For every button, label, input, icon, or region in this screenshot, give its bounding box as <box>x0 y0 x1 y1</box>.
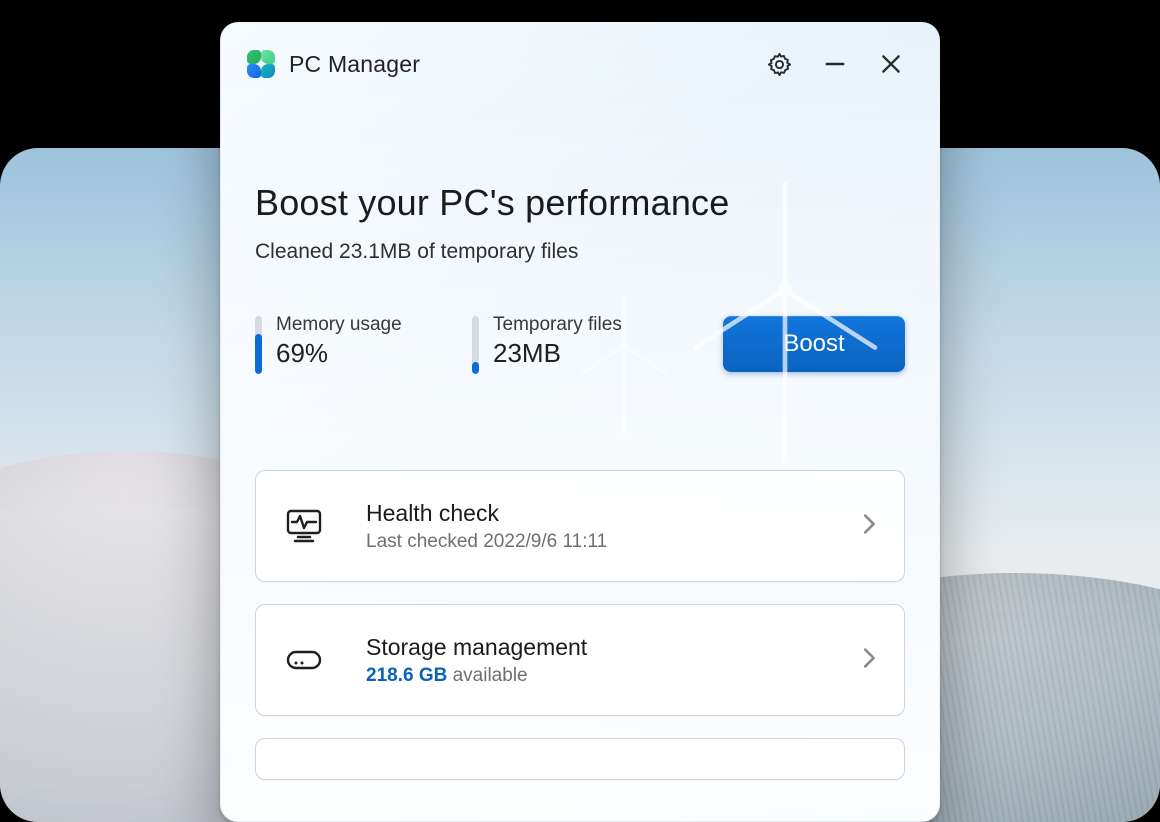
metrics-row: Memory usage 69% Temporary files 23MB Bo… <box>221 264 939 374</box>
hero-subhead: Cleaned 23.1MB of temporary files <box>255 240 905 264</box>
health-check-title: Health check <box>366 500 822 527</box>
storage-available-value: 218.6 GB <box>366 665 447 686</box>
minimize-button[interactable] <box>807 42 863 86</box>
minimize-icon <box>821 50 849 78</box>
temp-files-bar <box>472 316 479 374</box>
temp-files-label: Temporary files <box>493 314 622 336</box>
temp-files-metric: Temporary files 23MB <box>472 314 667 374</box>
storage-title: Storage management <box>366 634 822 661</box>
close-icon <box>878 51 904 77</box>
health-check-subtitle: Last checked 2022/9/6 11:11 <box>366 531 822 553</box>
storage-available-label: available <box>453 665 528 686</box>
chevron-right-icon <box>862 646 878 675</box>
next-card-peek[interactable] <box>255 738 905 780</box>
screenshot-stage: PC Manager <box>0 0 1160 822</box>
pc-manager-logo <box>247 50 275 78</box>
cards-section: Health check Last checked 2022/9/6 11:11 <box>221 374 939 780</box>
storage-drive-icon <box>282 647 326 673</box>
health-check-card[interactable]: Health check Last checked 2022/9/6 11:11 <box>255 470 905 582</box>
settings-button[interactable] <box>751 42 807 86</box>
heartbeat-monitor-icon <box>282 507 326 545</box>
pc-manager-window: PC Manager <box>220 22 940 822</box>
close-button[interactable] <box>863 42 919 86</box>
memory-usage-bar-fill <box>255 334 262 374</box>
storage-subtitle: 218.6 GB available <box>366 665 822 687</box>
memory-usage-value: 69% <box>276 338 402 369</box>
memory-usage-label: Memory usage <box>276 314 402 336</box>
memory-usage-metric: Memory usage 69% <box>255 314 450 374</box>
hero-headline: Boost your PC's performance <box>255 182 905 224</box>
boost-button[interactable]: Boost <box>723 316 905 372</box>
temp-files-value: 23MB <box>493 338 622 369</box>
memory-usage-bar <box>255 316 262 374</box>
gear-icon <box>766 51 793 78</box>
title-bar: PC Manager <box>221 23 939 87</box>
temp-files-bar-fill <box>472 362 479 374</box>
app-title: PC Manager <box>289 51 420 78</box>
storage-management-card[interactable]: Storage management 218.6 GB available <box>255 604 905 716</box>
hero-section: Boost your PC's performance Cleaned 23.1… <box>221 87 939 264</box>
chevron-right-icon <box>862 512 878 541</box>
